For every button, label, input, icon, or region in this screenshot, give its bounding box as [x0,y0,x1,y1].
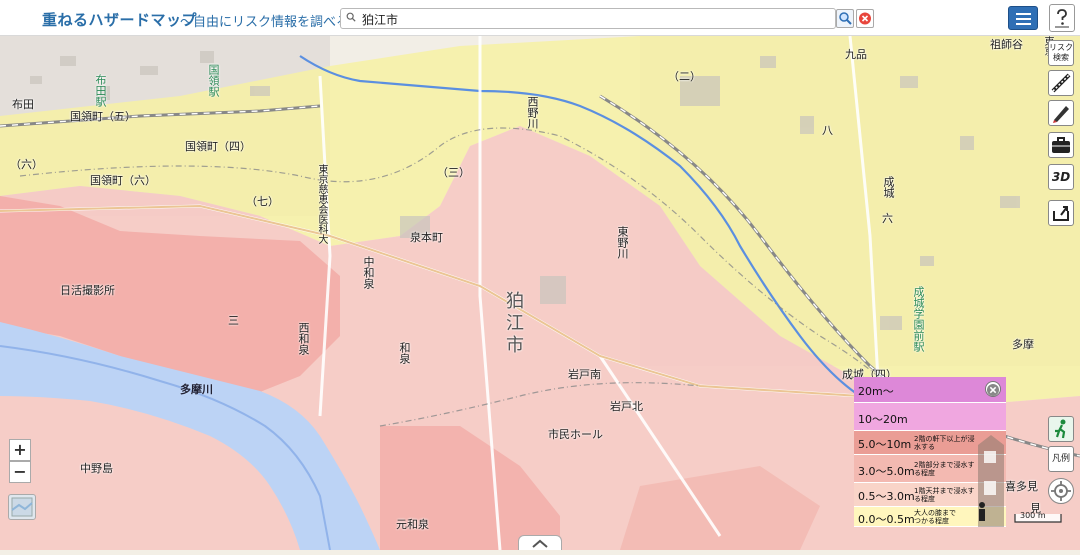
threed-button[interactable]: 3D [1048,164,1074,190]
label-tokyo-jikei: 東京慈恵会医科大 [316,164,327,244]
flood-depth-legend: 20m～ 10～20m 5.0～10m 2階の軒下以上が浸水する 3.0～5.0… [854,377,1006,527]
threed-label: 3D [1051,170,1071,184]
label-nunoda-station: 布田駅 [94,74,107,107]
help-icon [1055,9,1069,28]
label-kitami: 喜多見 [1005,480,1038,493]
pen-icon [1053,106,1069,123]
app-header: 重ねるハザードマップ 〜自由にリスク情報を調べる〜 [0,0,1080,36]
label-nakanoshima: 中野島 [80,462,113,475]
legend-value: 20m～ [858,385,894,398]
label-nana: （七） [246,195,279,208]
label-hachi: 八 [822,124,833,137]
search-input[interactable] [362,11,822,27]
label-iwadominami: 岩戸南 [568,368,601,381]
label-nakaizumi: 中和泉 [362,256,375,289]
legend-description: 大人の膝まで つかる程度 [914,509,956,525]
label-roku: （六） [10,158,43,171]
hamburger-menu-icon [1016,13,1031,15]
legend-description: 2階の軒下以上が浸水する [914,435,975,451]
zoom-in-button[interactable]: + [9,439,31,461]
layer-map-icon[interactable] [8,494,36,520]
legend-value: 0.0～0.5m [858,513,915,526]
legend-button-label: 凡例 [1051,454,1070,464]
label-kokuryo4: 国領町（四） [185,140,251,153]
search-box[interactable] [340,8,836,29]
label-roku-kanji: 六 [882,212,893,225]
tools-button[interactable] [1048,132,1074,158]
current-location-button[interactable] [1048,478,1074,504]
help-button[interactable] [1049,4,1075,32]
hazard-map[interactable]: 狛江市 布田 布田駅 国領駅 国領町（五） 国領町（四） 国領町（六） （六） … [0,36,1080,550]
briefcase-icon [1052,137,1070,153]
scale-label: 300 m [1020,511,1046,520]
label-seijo: 成城 [882,176,895,198]
close-icon [859,12,871,25]
label-san-kanji: 三 [228,314,239,327]
share-icon [1053,206,1069,221]
label-kokuryo5: 国領町（五） [70,110,136,123]
evacuation-icon [1055,419,1066,439]
label-izumi: 和泉 [398,342,411,364]
label-iwadokita: 岩戸北 [610,400,643,413]
label-motoizumi: 元和泉 [396,518,429,531]
label-ni: （二） [668,70,701,83]
risk-search-button[interactable]: リスク検索 [1048,40,1074,66]
city-label: 狛江市 [503,291,524,357]
clear-search-button[interactable] [856,9,874,28]
draw-button[interactable] [1048,100,1074,126]
legend-row: 20m～ [854,377,1006,403]
search-icon [839,12,852,25]
label-tamagawa: 多摩川 [180,383,213,396]
legend-description: 1階天井まで浸水する程度 [914,487,975,503]
legend-value: 10～20m [858,413,908,426]
label-kokuryo6: 国領町（六） [90,174,156,187]
label-san: （三） [437,166,470,179]
label-izumihoncho: 泉本町 [410,231,443,244]
legend-description: 2階部分まで浸水する程度 [914,461,975,477]
label-seijo-station: 成城学園前駅 [912,286,925,352]
label-nishinogawa: 西野川 [526,96,539,129]
bottom-panel-toggle[interactable] [518,535,562,550]
legend-row: 10～20m [854,403,1006,431]
close-icon [987,384,999,396]
label-higashinogawa: 東野川 [616,226,629,259]
legend-value: 3.0～5.0m [858,465,915,478]
scale-bar: 300 m [1013,510,1063,524]
label-kokuryo-station: 国領駅 [207,64,220,97]
risk-search-label: リスク検索 [1049,43,1073,62]
label-kuhon: 九品 [845,48,867,61]
label-shiminhall: 市民ホール [548,428,603,441]
app-subtitle: 〜自由にリスク情報を調べる〜 [180,15,363,30]
label-sodegasaki: 祖師谷 [990,38,1023,51]
legend-value: 0.5～3.0m [858,490,915,503]
label-nikkatsu: 日活撮影所 [60,284,115,297]
label-nishiizumi: 西和泉 [297,322,310,355]
chevron-up-icon [532,539,548,548]
legend-button[interactable]: 凡例 [1048,446,1074,472]
ruler-button[interactable] [1048,70,1074,96]
search-icon [346,12,356,22]
ruler-icon [1051,73,1071,93]
zoom-out-button[interactable]: − [9,461,31,483]
label-nunoda: 布田 [12,98,34,111]
share-button[interactable] [1048,200,1074,226]
house-depth-illustration [978,435,1004,527]
hamburger-menu-icon [1016,18,1031,20]
legend-close-button[interactable] [985,381,1001,397]
current-location-icon [1051,481,1071,501]
menu-button[interactable] [1008,6,1038,30]
app-title[interactable]: 重ねるハザードマップ [42,9,197,30]
evacuation-button[interactable] [1048,416,1074,442]
hamburger-menu-icon [1016,23,1031,25]
legend-value: 5.0～10m [858,438,912,451]
label-tama: 多摩 [1012,338,1034,351]
search-button[interactable] [836,9,854,28]
